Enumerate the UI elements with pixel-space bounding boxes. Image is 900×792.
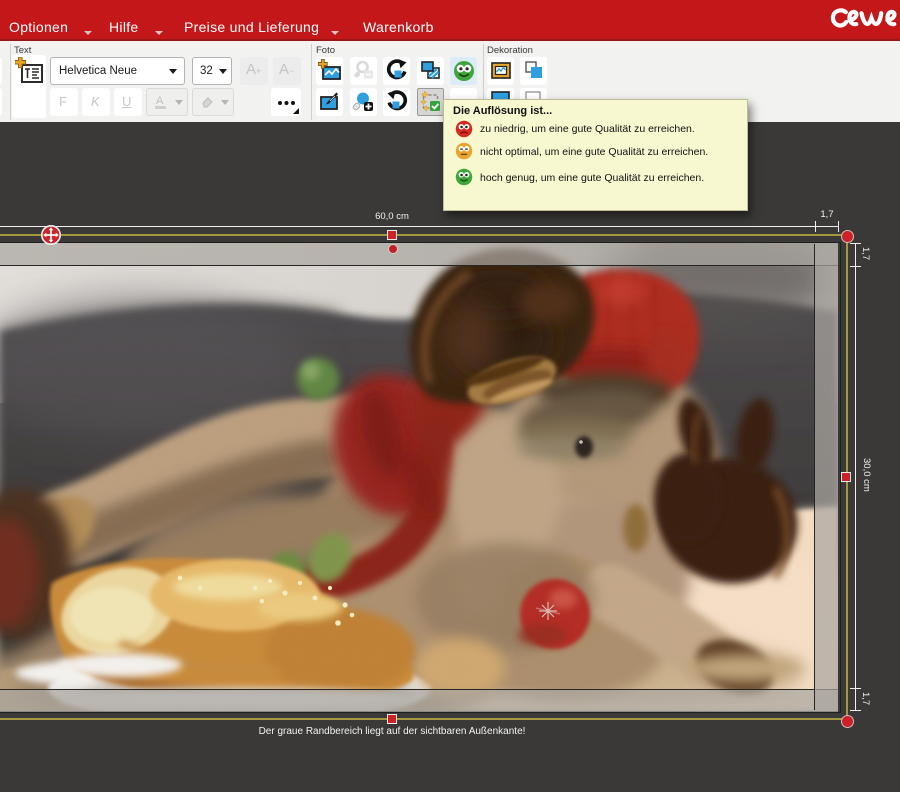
svg-text:A: A [156,95,164,107]
